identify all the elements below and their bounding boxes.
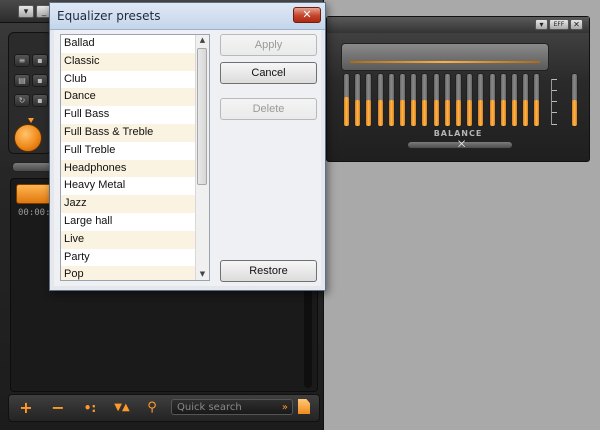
eq-band-slider[interactable] (432, 73, 440, 127)
preset-item[interactable]: Heavy Metal (61, 177, 209, 195)
restore-button[interactable]: Restore (220, 260, 317, 282)
volume-indicator-icon (28, 118, 34, 123)
balance-knob[interactable]: ⨉ (458, 139, 465, 151)
repeat-icon[interactable]: ≡ (14, 54, 30, 67)
cancel-button[interactable]: Cancel (220, 62, 317, 84)
preset-item[interactable]: Large hall (61, 213, 209, 231)
eq-close-button[interactable]: ✕ (570, 19, 583, 30)
search-icon[interactable]: ⚲ (143, 399, 161, 417)
playlist-toolbar: + − •: ▼▲ ⚲ Quick search » (8, 394, 320, 422)
eq-band-slider[interactable] (387, 73, 395, 127)
eq-band-fill (344, 97, 349, 126)
dialog-titlebar: Equalizer presets ✕ (50, 3, 325, 30)
library-icon[interactable]: ▤ (14, 74, 30, 87)
quick-search-placeholder: Quick search (177, 402, 242, 413)
preset-item[interactable]: Full Treble (61, 142, 209, 160)
eq-band-slider[interactable] (522, 73, 530, 127)
playlist-tab[interactable] (16, 184, 52, 204)
eq-band-fill (489, 100, 495, 126)
presets-scrollbar[interactable]: ▲ ▼ (195, 35, 209, 280)
preset-item[interactable]: Full Bass & Treble (61, 123, 209, 142)
scroll-up-icon[interactable]: ▲ (196, 35, 209, 46)
preamp-scale (551, 79, 560, 125)
eq-band-slider[interactable] (443, 73, 451, 127)
eq-band-slider[interactable] (533, 73, 541, 127)
balance-label: BALANCE (433, 129, 483, 138)
eq-band-fill (478, 100, 484, 126)
preamp-fill (572, 100, 577, 126)
eq-menu-button[interactable]: ▾ (535, 19, 548, 30)
preset-item[interactable]: Club (61, 71, 209, 89)
eq-band-slider[interactable] (365, 73, 373, 127)
eq-band-slider[interactable] (343, 73, 350, 127)
eq-band-fill (388, 100, 394, 126)
eq-band-fill (456, 100, 461, 126)
preset-item[interactable]: Full Bass (61, 106, 209, 124)
preset-item[interactable]: Live (61, 230, 209, 249)
eq-curve-display (341, 43, 549, 71)
eq-band-fill (467, 100, 473, 126)
equalizer-window: ▾ EFF ✕ BALANCE ⨉ (326, 16, 590, 162)
eq-band-fill (355, 100, 361, 126)
preset-item[interactable]: Ballad (61, 35, 209, 53)
eq-curve-line (350, 61, 540, 63)
loop-icon[interactable]: ↻ (14, 94, 30, 107)
add-icon[interactable]: + (17, 399, 35, 417)
delete-button[interactable]: Delete (220, 98, 317, 120)
eq-band-slider[interactable] (421, 73, 429, 127)
preset-item[interactable]: Party (61, 249, 209, 267)
eq-band-fill (523, 100, 529, 126)
preamp-slider[interactable] (571, 73, 578, 127)
preset-item[interactable]: Jazz (61, 195, 209, 213)
toggle-icon[interactable]: ▪ (32, 54, 48, 67)
stop-icon[interactable]: ▪ (32, 94, 48, 107)
dialog-title: Equalizer presets (57, 9, 161, 23)
file-icon[interactable] (298, 399, 310, 414)
eq-band-fill (512, 100, 517, 126)
eq-band-slider[interactable] (354, 73, 362, 127)
eq-band-fill (411, 100, 417, 126)
player-menu-button[interactable]: ▾ (18, 5, 34, 18)
eq-band-fill (500, 100, 506, 126)
eq-band-slider[interactable] (511, 73, 518, 127)
remove-icon[interactable]: − (49, 399, 67, 417)
quick-search-go-icon[interactable]: » (282, 400, 288, 416)
eq-band-slider[interactable] (399, 73, 406, 127)
eq-band-slider[interactable] (410, 73, 418, 127)
eq-band-fill (400, 100, 405, 126)
eq-band-fill (377, 100, 383, 126)
eq-band-fill (422, 100, 428, 126)
equalizer-presets-dialog: Equalizer presets ✕ Ballad Classic Club Dan… (49, 2, 326, 291)
settings-icon[interactable]: ▪ (32, 74, 48, 87)
shuffle-icon[interactable]: •: (81, 399, 99, 417)
eq-band-slider[interactable] (376, 73, 384, 127)
preset-item[interactable]: Headphones (61, 159, 209, 178)
preset-item[interactable]: Classic (61, 52, 209, 71)
eq-band-fill (366, 100, 372, 126)
scroll-thumb[interactable] (197, 48, 207, 185)
eq-band-fill (534, 100, 540, 126)
eq-band-fill (433, 100, 439, 126)
eq-band-slider[interactable] (455, 73, 462, 127)
sort-icon[interactable]: ▼▲ (109, 399, 135, 417)
quick-search-input[interactable]: Quick search » (171, 399, 293, 415)
eq-band-slider[interactable] (488, 73, 496, 127)
presets-list[interactable]: Ballad Classic Club Dance Full Bass Full Bass… (60, 34, 210, 281)
eq-effects-button[interactable]: EFF (549, 19, 569, 30)
eq-band-slider[interactable] (477, 73, 485, 127)
eq-band-slider[interactable] (466, 73, 474, 127)
equalizer-titlebar: ▾ EFF ✕ (327, 17, 589, 33)
dialog-close-button[interactable]: ✕ (293, 7, 321, 23)
apply-button[interactable]: Apply (220, 34, 317, 56)
balance-slider[interactable]: ⨉ (407, 139, 513, 151)
preset-item[interactable]: Dance (61, 88, 209, 107)
preset-item[interactable]: Pop (61, 266, 209, 280)
dialog-body: Ballad Classic Club Dance Full Bass Full Bass… (54, 30, 321, 286)
presets-list-items: Ballad Classic Club Dance Full Bass Full Bass… (61, 35, 209, 280)
scroll-down-icon[interactable]: ▼ (196, 269, 209, 280)
play-button[interactable] (14, 124, 42, 152)
eq-band-fill (444, 100, 450, 126)
eq-band-slider[interactable] (499, 73, 507, 127)
